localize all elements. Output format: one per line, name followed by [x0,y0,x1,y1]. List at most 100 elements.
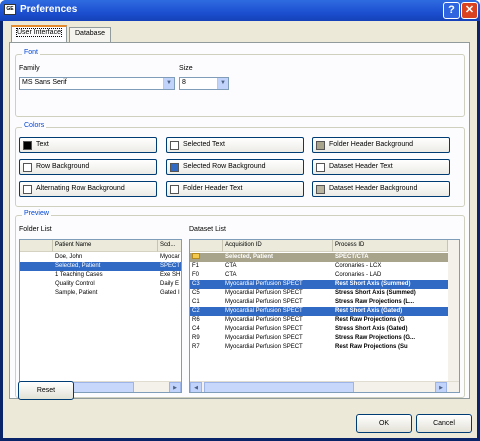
color-button-alternating-row-background[interactable]: Alternating Row Background [19,181,157,197]
dialog-client: User Interface Database Font Family MS S… [3,21,477,438]
color-button-label: Selected Text [183,141,225,148]
acquisition-id-cell: Myocardial Perfusion SPECT [225,317,303,323]
color-button-label: Selected Row Background [183,163,266,170]
patient-name-cell: 1 Teaching Cases [55,272,103,278]
color-button-selected-text[interactable]: Selected Text [166,137,304,153]
folder-col-header-icon[interactable] [20,240,53,252]
dataset-list-hscrollbar[interactable]: ◀ ▶ [190,381,459,392]
folder-list-row[interactable]: Selected, Patient SPECT [20,262,181,271]
dataset-list-row[interactable]: F0 CTA Coronaries - LAD [190,271,448,280]
color-button-label: Text [36,141,49,148]
window-title: Preferences [20,4,78,15]
color-button-text[interactable]: Text [19,137,157,153]
acquisition-id-cell: CTA [225,272,237,278]
color-swatch [170,185,179,194]
tab-user-interface[interactable]: User Interface [11,25,67,43]
dataset-col-header-icon[interactable] [190,240,223,252]
scroll-thumb[interactable] [204,382,354,392]
dataset-group-row[interactable]: Selected, Patient SPECT/CTA [190,253,448,262]
patient-name-cell: Doe, John [55,254,83,260]
scd-cell: Exe SH [160,272,181,278]
ok-button[interactable]: OK [356,414,412,433]
color-swatch [316,163,325,172]
family-select[interactable]: MS Sans Serif ▼ [19,77,175,90]
process-id-cell: Stress Raw Projections (G... [335,335,416,341]
acquisition-id-cell: Myocardial Perfusion SPECT [225,326,303,332]
dataset-list-row[interactable]: R6 Myocardial Perfusion SPECT Rest Raw Pro… [190,316,454,325]
help-button[interactable]: ? [443,2,460,19]
title-bar[interactable]: GE Preferences ? ✕ [0,0,480,21]
dataset-list-row[interactable]: F1 CTA Coronaries - LCX [190,262,448,271]
dataset-list-label: Dataset List [189,226,226,233]
dataset-id-cell: C3 [192,281,200,287]
scd-cell: Gated I [160,290,180,296]
preview-group-label: Preview [22,210,51,217]
color-swatch [170,163,179,172]
dataset-list-row[interactable]: R7 Myocardial Perfusion SPECT Rest Raw Pro… [190,343,454,352]
acquisition-id-cell: Myocardial Perfusion SPECT [225,281,303,287]
color-button-folder-header-background[interactable]: Folder Header Background [312,137,450,153]
dataset-col-header-acquisition-id[interactable]: Acquisition ID [223,240,333,252]
color-button-dataset-header-text[interactable]: Dataset Header Text [312,159,450,175]
colors-group-label: Colors [22,122,47,129]
patient-name-cell: Quality Control [55,281,95,287]
acquisition-id-cell: Selected, Patient [225,254,274,260]
scroll-right-icon[interactable]: ▶ [435,382,447,392]
dataset-list-vscrollbar[interactable] [448,240,459,381]
dataset-id-cell: R6 [192,317,200,323]
process-id-cell: Rest Raw Projections (Su [335,344,408,350]
font-group: Font Family MS Sans Serif ▼ Size 8 ▼ [15,49,465,117]
user-interface-panel: Font Family MS Sans Serif ▼ Size 8 ▼ Col… [9,42,470,399]
font-group-label: Font [22,49,41,56]
folder-list[interactable]: Patient Name Scd... Doe, John Myocar Selec… [19,239,182,393]
dataset-id-cell: C4 [192,326,200,332]
folder-list-row[interactable]: Sample, Patient Gated I [20,289,181,298]
colors-group: Colors Text Selected Text Folder Header Ba… [15,122,465,207]
color-button-folder-header-text[interactable]: Folder Header Text [166,181,304,197]
dataset-list-row[interactable]: C1 Myocardial Perfusion SPECT Stress Raw P… [190,298,454,307]
cancel-button[interactable]: Cancel [416,414,472,433]
reset-button[interactable]: Reset [18,381,74,400]
tab-database[interactable]: Database [69,27,111,43]
family-value: MS Sans Serif [22,79,67,86]
dataset-id-cell: R9 [192,335,200,341]
size-label: Size [179,65,193,72]
folder-col-header-patient-name[interactable]: Patient Name [53,240,158,252]
scroll-right-icon[interactable]: ▶ [169,382,181,392]
chevron-down-icon[interactable]: ▼ [217,78,228,89]
chevron-down-icon[interactable]: ▼ [163,78,174,89]
close-button[interactable]: ✕ [461,2,478,19]
color-swatch [170,141,179,150]
color-button-label: Alternating Row Background [36,185,125,192]
folder-col-header-scd[interactable]: Scd... [158,240,181,252]
dataset-col-header-process-id[interactable]: Process ID [333,240,448,252]
scd-cell: Daily E [160,281,180,287]
app-icon: GE [4,4,16,15]
scroll-left-icon[interactable]: ◀ [190,382,202,392]
dataset-list-row[interactable]: C4 Myocardial Perfusion SPECT Stress Short… [190,325,454,334]
preview-group: Preview Folder List Patient Name Scd... … [15,210,465,398]
dataset-list-row[interactable]: C3 Myocardial Perfusion SPECT Rest Short A… [190,280,454,289]
folder-list-row[interactable]: Doe, John Myocar [20,253,181,262]
color-swatch [23,141,32,150]
folder-list-row[interactable]: 1 Teaching Cases Exe SH [20,271,181,280]
folder-list-row[interactable]: Quality Control Daily E [20,280,181,289]
dataset-list-row[interactable]: C5 Myocardial Perfusion SPECT Stress Short… [190,289,454,298]
dataset-list-row[interactable]: C2 Myocardial Perfusion SPECT Rest Short A… [190,307,454,316]
color-button-selected-row-background[interactable]: Selected Row Background [166,159,304,175]
dataset-list-row[interactable]: R9 Myocardial Perfusion SPECT Stress Raw P… [190,334,454,343]
color-button-label: Folder Header Text [183,185,243,192]
color-button-label: Dataset Header Text [329,163,393,170]
color-button-label: Dataset Header Background [329,185,418,192]
dataset-id-cell: C5 [192,290,200,296]
process-id-cell: Coronaries - LAD [335,272,382,278]
color-button-label: Folder Header Background [329,141,414,148]
color-swatch [316,141,325,150]
color-button-row-background[interactable]: Row Background [19,159,157,175]
acquisition-id-cell: Myocardial Perfusion SPECT [225,299,303,305]
process-id-cell: Rest Short Axis (Gated) [335,308,403,314]
color-button-dataset-header-background[interactable]: Dataset Header Background [312,181,450,197]
acquisition-id-cell: Myocardial Perfusion SPECT [225,335,303,341]
dataset-list[interactable]: Acquisition ID Process ID Selected, Pati… [189,239,460,393]
size-select[interactable]: 8 ▼ [179,77,229,90]
